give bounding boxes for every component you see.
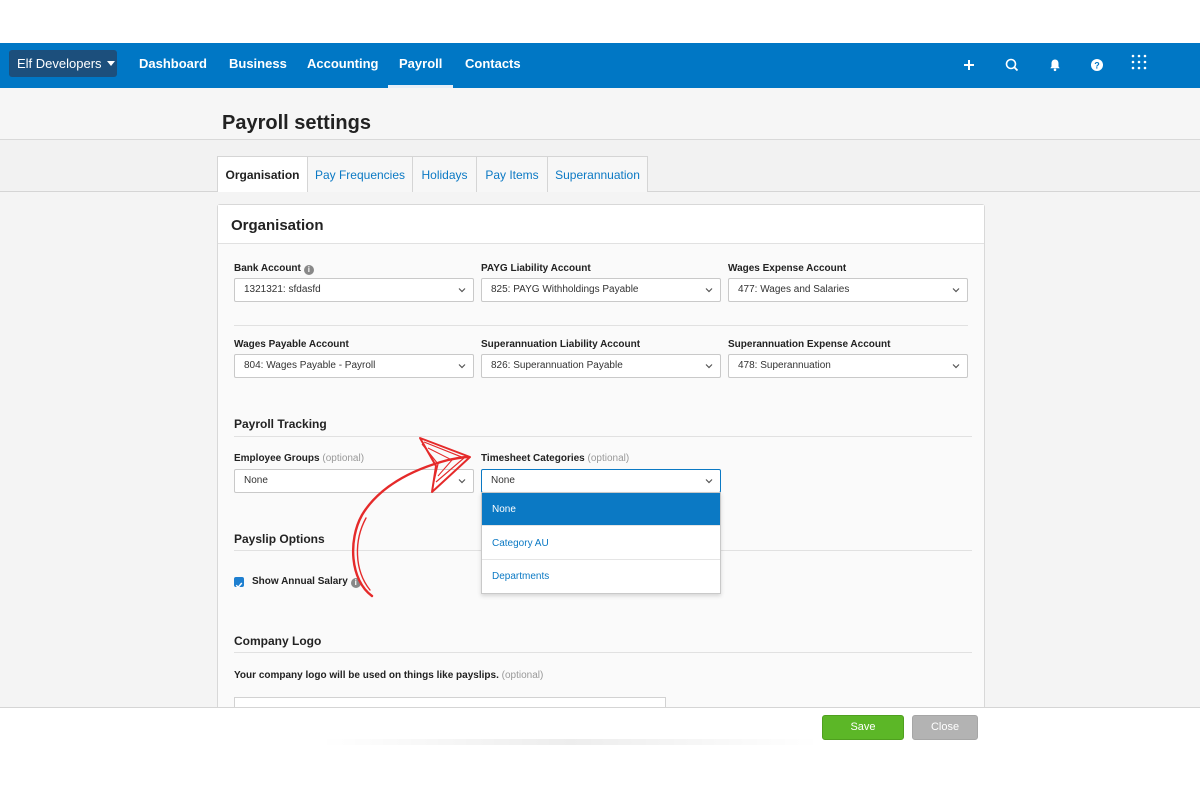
- logo-note-text: Your company logo will be used on things…: [234, 670, 499, 681]
- super-expense-value: 478: Superannuation: [738, 360, 831, 371]
- super-expense-select[interactable]: 478: Superannuation: [728, 354, 968, 378]
- wages-payable-value: 804: Wages Payable - Payroll: [244, 360, 376, 371]
- chevron-down-icon: [458, 288, 466, 293]
- employee-groups-value: None: [244, 475, 268, 486]
- bell-icon[interactable]: [1045, 55, 1065, 75]
- timesheet-categories-dropdown: None Category AU Departments: [481, 492, 721, 594]
- timesheet-categories-label: Timesheet Categories (optional): [481, 453, 629, 464]
- checkmark-icon: [235, 582, 243, 589]
- chevron-down-icon: [705, 364, 713, 369]
- wages-expense-select[interactable]: 477: Wages and Salaries: [728, 278, 968, 302]
- tab-pay-items[interactable]: Pay Items: [476, 156, 548, 192]
- info-icon[interactable]: i: [303, 265, 314, 275]
- bank-account-select[interactable]: 1321321: sfdasfd: [234, 278, 474, 302]
- super-expense-label: Superannuation Expense Account: [728, 339, 891, 350]
- employee-groups-select[interactable]: None: [234, 469, 474, 493]
- timesheet-categories-value: None: [491, 475, 515, 486]
- payg-liability-label: PAYG Liability Account: [481, 263, 591, 274]
- wages-payable-label: Wages Payable Account: [234, 339, 349, 350]
- bank-account-value: 1321321: sfdasfd: [244, 284, 321, 295]
- dropdown-option-departments[interactable]: Departments: [482, 560, 720, 593]
- help-icon[interactable]: ?: [1087, 55, 1107, 75]
- dropdown-option-category-au[interactable]: Category AU: [482, 527, 720, 560]
- payg-liability-select[interactable]: 825: PAYG Withholdings Payable: [481, 278, 721, 302]
- footer-bar: [0, 707, 1200, 743]
- nav-accounting[interactable]: Accounting: [307, 43, 379, 88]
- page-title: Payroll settings: [222, 112, 371, 134]
- nav-dashboard[interactable]: Dashboard: [139, 43, 207, 88]
- chevron-down-icon: [952, 364, 960, 369]
- tab-pay-frequencies[interactable]: Pay Frequencies: [307, 156, 413, 192]
- info-icon[interactable]: i: [350, 578, 361, 588]
- svg-text:?: ?: [1094, 60, 1100, 70]
- timesheet-categories-select[interactable]: None: [481, 469, 721, 493]
- organisation-switcher[interactable]: Elf Developers: [9, 50, 117, 77]
- company-logo-note: Your company logo will be used on things…: [234, 670, 543, 681]
- section-divider: [234, 652, 972, 653]
- show-annual-salary-checkbox[interactable]: [234, 577, 244, 589]
- optional-hint: (optional): [322, 453, 365, 464]
- bank-account-label: Bank Account i: [234, 263, 314, 275]
- company-logo-title: Company Logo: [234, 634, 322, 648]
- wages-expense-label: Wages Expense Account: [728, 263, 847, 274]
- apps-grid-icon[interactable]: [1129, 52, 1149, 72]
- chevron-down-icon: [952, 288, 960, 293]
- super-liability-label: Superannuation Liability Account: [481, 339, 641, 350]
- employee-groups-label-text: Employee Groups: [234, 453, 320, 464]
- tab-organisation[interactable]: Organisation: [217, 156, 308, 193]
- chevron-down-icon: [458, 479, 466, 484]
- caret-down-icon: [106, 61, 115, 66]
- tab-holidays[interactable]: Holidays: [412, 156, 477, 192]
- tab-superannuation[interactable]: Superannuation: [547, 156, 648, 192]
- wages-expense-value: 477: Wages and Salaries: [738, 284, 850, 295]
- chevron-down-icon: [705, 288, 713, 293]
- top-navigation-bar: Elf Developers Dashboard Business Accoun…: [0, 43, 1200, 88]
- chevron-down-icon: [705, 479, 713, 484]
- plus-icon[interactable]: [959, 55, 979, 75]
- save-button[interactable]: Save: [822, 715, 904, 740]
- organisation-name: Elf Developers: [17, 56, 102, 71]
- nav-business[interactable]: Business: [229, 43, 287, 88]
- employee-groups-label: Employee Groups (optional): [234, 453, 364, 464]
- super-liability-select[interactable]: 826: Superannuation Payable: [481, 354, 721, 378]
- search-icon[interactable]: [1002, 55, 1022, 75]
- wages-payable-select[interactable]: 804: Wages Payable - Payroll: [234, 354, 474, 378]
- timesheet-categories-label-text: Timesheet Categories: [481, 453, 585, 464]
- super-liability-value: 826: Superannuation Payable: [491, 360, 623, 371]
- nav-contacts[interactable]: Contacts: [465, 43, 521, 88]
- row-divider: [234, 325, 968, 326]
- footer-shadow: [320, 739, 820, 745]
- show-annual-salary-text: Show Annual Salary: [252, 576, 348, 587]
- dropdown-option-none[interactable]: None: [482, 493, 720, 526]
- optional-hint: (optional): [587, 453, 630, 464]
- optional-hint: (optional): [501, 670, 544, 681]
- chevron-down-icon: [458, 364, 466, 369]
- panel-title: Organisation: [231, 217, 324, 234]
- payg-liability-value: 825: PAYG Withholdings Payable: [491, 284, 639, 295]
- payroll-tracking-title: Payroll Tracking: [234, 417, 327, 431]
- show-annual-salary-label: Show Annual Salary i: [252, 576, 361, 588]
- section-divider: [234, 436, 972, 437]
- page-header: [0, 88, 1200, 140]
- close-button[interactable]: Close: [912, 715, 978, 740]
- nav-payroll[interactable]: Payroll: [387, 43, 454, 88]
- bank-account-label-text: Bank Account: [234, 263, 301, 274]
- panel-header: [218, 205, 984, 244]
- payslip-options-title: Payslip Options: [234, 532, 325, 546]
